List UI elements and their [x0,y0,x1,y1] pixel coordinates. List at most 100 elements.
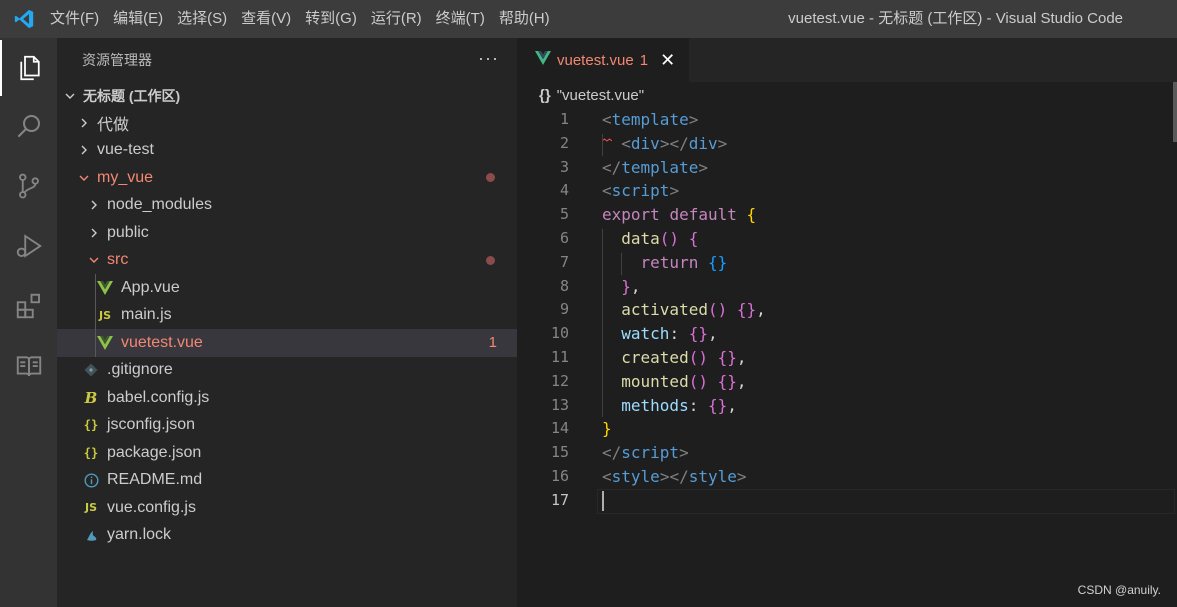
more-actions-button[interactable]: ··· [478,48,499,69]
code-editor[interactable]: 1 <template> 2 <div></div> 3 </template> 4 <sc… [517,108,1177,514]
code-line[interactable]: 8 }, [517,275,1177,299]
book-icon[interactable] [0,338,57,394]
menu-item[interactable]: 查看(V) [239,0,299,38]
menu-item[interactable]: 编辑(E) [111,0,171,38]
code-line[interactable]: 4 <script> [517,179,1177,203]
code-text: created() {}, [621,347,747,367]
chevron-right-icon [77,115,91,131]
search-icon[interactable] [0,98,57,154]
extensions-icon[interactable] [0,278,57,334]
babel-file-icon: B [84,388,98,407]
editor-area: vuetest.vue 1 ✕ {} "vuetest.vue" 1 <templ… [517,38,1177,607]
file-item[interactable]: Bbabel.config.js [57,384,517,412]
folder-item[interactable]: src [57,247,517,275]
modified-dot-icon [486,255,495,265]
folder-item[interactable]: vue-test [57,137,517,165]
code-text: export default { [602,205,757,225]
code-text: <template> [602,110,699,129]
activity-bar [0,38,57,607]
tab-bar: vuetest.vue 1 ✕ [517,38,1177,82]
tree-item-label: vue.config.js [107,498,196,516]
folder-item[interactable]: 代做 [57,109,517,137]
explorer-sidebar: 资源管理器 ··· 无标题 (工作区) 代做 vue-test my_vue node… [57,38,517,607]
file-item[interactable]: .gitignore [57,357,517,385]
menu-item[interactable]: 转到(G) [303,0,365,38]
folder-item[interactable]: node_modules [57,192,517,220]
chevron-right-icon [77,142,91,158]
code-line[interactable]: 16 <style></style> [517,465,1177,489]
chevron-down-icon [77,170,91,186]
code-line[interactable]: 10 watch: {}, [517,322,1177,346]
line-number: 14 [550,419,569,438]
error-squiggle [601,125,613,142]
file-item[interactable]: README.md [57,467,517,495]
js-file-icon: JS [84,501,97,515]
tab-problem-count: 1 [639,51,649,69]
code-line[interactable]: 1 <template> [517,108,1177,142]
code-text: watch: {}, [621,324,718,344]
vertical-scrollbar[interactable] [1173,82,1177,142]
line-number: 11 [550,347,569,366]
workspace-label: 无标题 (工作区) [83,87,181,104]
code-line[interactable]: 7 return {} [517,251,1177,275]
file-item[interactable]: {} jsconfig.json [57,412,517,440]
code-text: <script> [602,181,680,201]
file-item[interactable]: yarn.lock [57,522,517,550]
code-line[interactable]: 11 created() {}, [517,346,1177,370]
menu-item[interactable]: 文件(F) [48,0,107,38]
line-number: 4 [559,181,569,200]
tree-item-label: public [107,223,149,241]
file-item[interactable]: JS vue.config.js [57,494,517,522]
breadcrumb: {} "vuetest.vue" [517,82,1177,108]
file-item[interactable]: {} package.json [57,439,517,467]
menu-item[interactable]: 终端(T) [434,0,493,38]
tree-item-label: README.md [107,471,203,489]
code-line[interactable]: 17 [517,488,1177,514]
code-line[interactable]: 12 mounted() {}, [517,370,1177,394]
chevron-down-icon [63,88,77,104]
line-number: 6 [559,228,569,247]
tab-label: vuetest.vue [557,51,634,69]
file-item[interactable]: vuetest.vue 1 [57,329,517,357]
code-line[interactable]: 9 activated() {}, [517,298,1177,322]
menu-item[interactable]: 选择(S) [175,0,235,38]
menu-item[interactable]: 运行(R) [369,0,430,38]
menu-item[interactable]: 帮助(H) [497,0,558,38]
line-number: 8 [559,276,569,295]
code-text: <div></div> [621,133,728,153]
code-line[interactable]: 5 export default { [517,203,1177,227]
tree-item-label: App.vue [121,278,180,296]
indent-guide [602,133,603,156]
tree-item-label: node_modules [107,196,212,214]
file-item[interactable]: JS main.js [57,302,517,330]
tab-vuetest[interactable]: vuetest.vue 1 ✕ [517,38,690,82]
line-number: 5 [559,205,569,224]
code-line[interactable]: 15 </script> [517,441,1177,465]
indent-guide [621,252,622,275]
file-item[interactable]: App.vue [57,274,517,302]
code-line[interactable]: 2 <div></div> [517,132,1177,156]
vue-file-icon [95,279,115,297]
json-file-icon: {} [83,418,99,433]
explorer-icon[interactable] [0,40,57,96]
code-line[interactable]: 3 </template> [517,156,1177,180]
json-file-icon: {} [83,445,99,460]
menu-bar: 文件(F) 编辑(E) 选择(S) 查看(V) 转到(G) 运行(R) 终端(T) 帮助(H) [48,0,562,38]
line-number: 17 [550,490,569,509]
folder-item[interactable]: my_vue [57,164,517,192]
code-line[interactable]: 6 data() { [517,227,1177,251]
folder-item[interactable]: public [57,219,517,247]
tree-item-label: vue-test [97,141,154,159]
run-debug-icon[interactable] [0,218,57,274]
chevron-right-icon [87,225,101,241]
file-tree: 代做 vue-test my_vue node_modulespublic src App… [57,109,517,549]
indent-guide [95,274,96,357]
tree-item-label: 代做 [97,116,130,134]
workspace-root[interactable]: 无标题 (工作区) [57,82,517,109]
close-icon[interactable]: ✕ [660,50,675,71]
text-cursor [602,490,604,511]
source-control-icon[interactable] [0,158,57,214]
code-line[interactable]: 14} [517,417,1177,441]
code-line[interactable]: 13 methods: {}, [517,394,1177,418]
breadcrumb-item[interactable]: "vuetest.vue" [557,87,644,104]
